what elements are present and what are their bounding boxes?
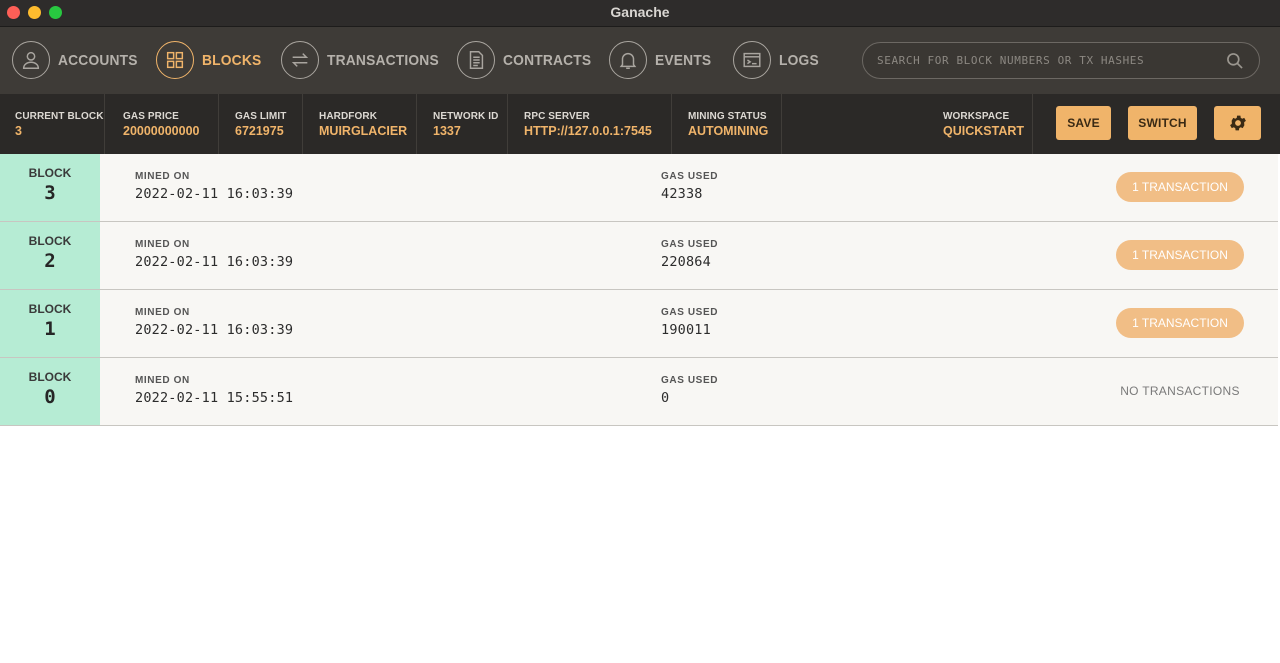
network-id-stat: NETWORK ID 1337	[417, 94, 508, 154]
gas-used-label: GAS USED	[661, 239, 719, 250]
mined-on-label: MINED ON	[135, 171, 190, 182]
hardfork-stat: HARDFORK MUIRGLACIER	[303, 94, 417, 154]
block-number-cell: BLOCK 3	[0, 154, 100, 221]
transaction-count-badge[interactable]: 1 TRANSACTION	[1116, 308, 1244, 338]
title-bar: Ganache	[0, 0, 1280, 27]
mined-on-field: MINED ON 2022-02-11 16:03:39	[135, 239, 293, 270]
mined-on-label: MINED ON	[135, 239, 190, 250]
gas-used-value: 0	[661, 390, 670, 406]
mined-on-field: MINED ON 2022-02-11 16:03:39	[135, 307, 293, 338]
gas-used-field: GAS USED 42338	[661, 171, 718, 202]
gas-price-label: GAS PRICE	[123, 111, 179, 122]
current-block-stat: CURRENT BLOCK 3	[0, 94, 105, 154]
mined-on-label: MINED ON	[135, 307, 190, 318]
gas-used-field: GAS USED 220864	[661, 239, 718, 270]
gas-used-field: GAS USED 190011	[661, 307, 718, 338]
gear-icon	[1229, 115, 1246, 131]
block-label: BLOCK	[28, 234, 72, 248]
block-label: BLOCK	[28, 302, 72, 316]
block-number-cell: BLOCK 2	[0, 222, 100, 289]
save-button[interactable]: SAVE	[1056, 106, 1111, 140]
gas-price-stat: GAS PRICE 20000000000	[105, 94, 219, 154]
mined-on-value: 2022-02-11 15:55:51	[135, 390, 294, 406]
workspace-value: QUICKSTART	[943, 124, 1025, 138]
blocks-list: BLOCK 3 MINED ON 2022-02-11 16:03:39 GAS…	[0, 154, 1278, 426]
nav-transactions-label: TRANSACTIONS	[327, 51, 439, 69]
main-nav: ACCOUNTS BLOCKS TRANSACTIONS CONTRACTS E…	[0, 27, 1280, 94]
rpc-server-value: HTTP://127.0.0.1:7545	[524, 124, 652, 138]
rpc-server-stat: RPC SERVER HTTP://127.0.0.1:7545	[508, 94, 672, 154]
gas-used-value: 220864	[661, 254, 711, 270]
block-label: BLOCK	[28, 166, 72, 180]
nav-accounts[interactable]: ACCOUNTS	[12, 40, 145, 80]
user-icon	[12, 41, 50, 79]
nav-blocks-label: BLOCKS	[202, 51, 262, 69]
nav-transactions[interactable]: TRANSACTIONS	[281, 40, 449, 80]
hardfork-value: MUIRGLACIER	[319, 124, 408, 138]
block-number: 2	[44, 250, 56, 272]
block-number: 1	[44, 318, 56, 340]
block-row[interactable]: BLOCK 3 MINED ON 2022-02-11 16:03:39 GAS…	[0, 154, 1278, 222]
gas-used-field: GAS USED 0	[661, 375, 718, 406]
nav-logs-label: LOGS	[779, 51, 819, 69]
settings-button[interactable]	[1214, 106, 1261, 140]
ganache-window: Ganache ACCOUNTS BLOCKS TRANSACTIONS CON…	[0, 0, 1280, 663]
document-icon	[457, 41, 495, 79]
nav-events-label: EVENTS	[655, 51, 712, 69]
block-row[interactable]: BLOCK 0 MINED ON 2022-02-11 15:55:51 GAS…	[0, 358, 1278, 426]
search-input[interactable]	[863, 54, 1225, 67]
network-id-value: 1337	[433, 124, 461, 138]
search-icon[interactable]	[1225, 51, 1245, 71]
gas-limit-stat: GAS LIMIT 6721975	[219, 94, 303, 154]
gas-used-value: 190011	[661, 322, 711, 338]
network-id-label: NETWORK ID	[433, 111, 499, 122]
mined-on-value: 2022-02-11 16:03:39	[135, 186, 294, 202]
terminal-icon	[733, 41, 771, 79]
mining-status-value: AUTOMINING	[688, 124, 769, 138]
nav-logs[interactable]: LOGS	[733, 40, 822, 80]
nav-events[interactable]: EVENTS	[609, 40, 716, 80]
status-bar: CURRENT BLOCK 3 GAS PRICE 20000000000 GA…	[0, 94, 1280, 154]
mined-on-field: MINED ON 2022-02-11 16:03:39	[135, 171, 293, 202]
mined-on-field: MINED ON 2022-02-11 15:55:51	[135, 375, 293, 406]
transaction-count-badge[interactable]: 1 TRANSACTION	[1116, 240, 1244, 270]
gas-limit-value: 6721975	[235, 124, 284, 138]
current-block-value: 3	[15, 124, 22, 138]
transfer-arrows-icon	[281, 41, 319, 79]
gas-price-value: 20000000000	[123, 124, 200, 138]
block-number-cell: BLOCK 0	[0, 358, 100, 425]
gas-limit-label: GAS LIMIT	[235, 111, 287, 122]
mining-status-label: MINING STATUS	[688, 111, 767, 122]
mining-status-stat: MINING STATUS AUTOMINING	[672, 94, 782, 154]
nav-contracts-label: CONTRACTS	[503, 51, 592, 69]
gas-used-label: GAS USED	[661, 171, 719, 182]
block-row[interactable]: BLOCK 2 MINED ON 2022-02-11 16:03:39 GAS…	[0, 222, 1278, 290]
block-number: 0	[44, 386, 56, 408]
mined-on-label: MINED ON	[135, 375, 190, 386]
switch-button[interactable]: SWITCH	[1128, 106, 1197, 140]
current-block-label: CURRENT BLOCK	[15, 111, 104, 122]
block-number: 3	[44, 182, 56, 204]
block-label: BLOCK	[28, 370, 72, 384]
search-box	[862, 42, 1260, 79]
window-title: Ganache	[610, 4, 670, 20]
block-number-cell: BLOCK 1	[0, 290, 100, 357]
gas-used-label: GAS USED	[661, 375, 719, 386]
mined-on-value: 2022-02-11 16:03:39	[135, 322, 294, 338]
grid-icon	[156, 41, 194, 79]
nav-accounts-label: ACCOUNTS	[58, 51, 138, 69]
nav-contracts[interactable]: CONTRACTS	[457, 40, 599, 80]
block-row[interactable]: BLOCK 1 MINED ON 2022-02-11 16:03:39 GAS…	[0, 290, 1278, 358]
rpc-server-label: RPC SERVER	[524, 111, 590, 122]
gas-used-label: GAS USED	[661, 307, 719, 318]
gas-used-value: 42338	[661, 186, 703, 202]
hardfork-label: HARDFORK	[319, 111, 378, 122]
mined-on-value: 2022-02-11 16:03:39	[135, 254, 294, 270]
nav-blocks[interactable]: BLOCKS	[156, 40, 267, 80]
no-transactions-label: NO TRANSACTIONS	[1120, 384, 1240, 398]
workspace-label: WORKSPACE	[943, 111, 1010, 122]
workspace-stat: WORKSPACE QUICKSTART	[926, 94, 1033, 154]
bell-icon	[609, 41, 647, 79]
transaction-count-badge[interactable]: 1 TRANSACTION	[1116, 172, 1244, 202]
